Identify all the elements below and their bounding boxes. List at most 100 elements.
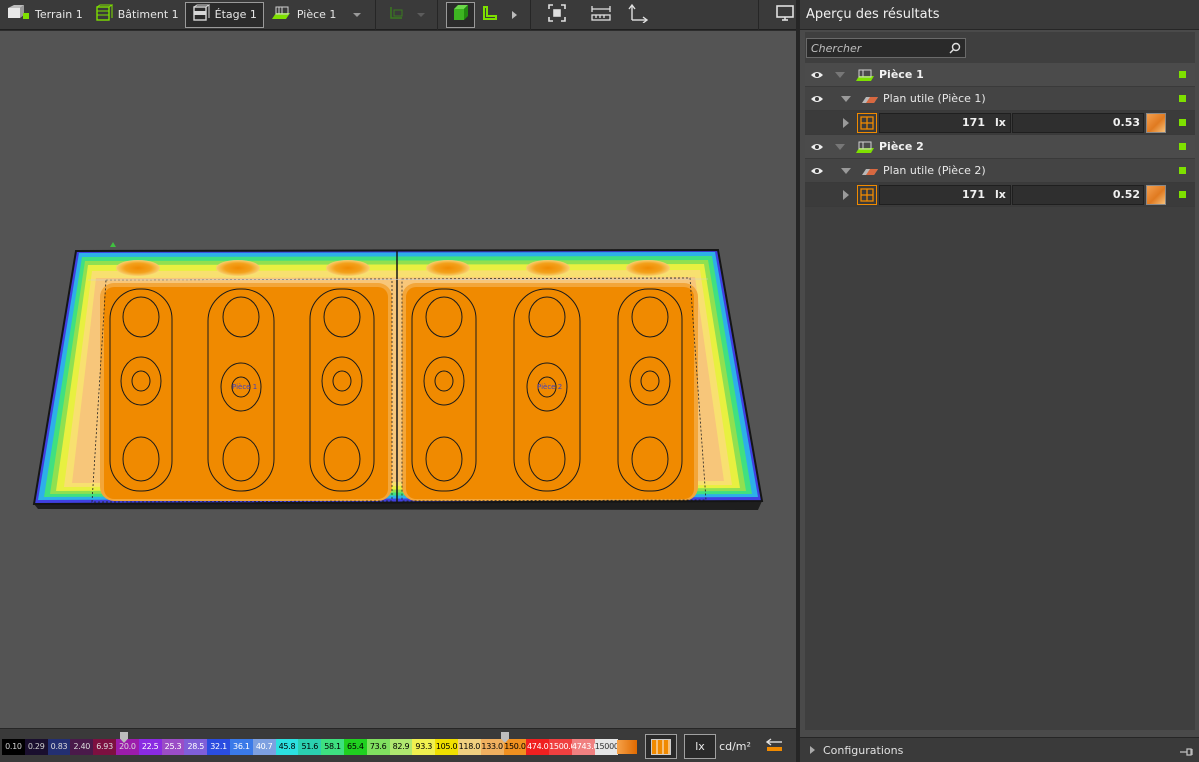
illuminance-value: 171	[962, 116, 985, 129]
status-indicator	[1179, 167, 1186, 174]
scale-swatch: 1500.0	[549, 739, 572, 755]
room-name: Pièce 2	[879, 140, 924, 153]
tree-plane-1[interactable]: Plan utile (Pièce 1)	[805, 87, 1195, 111]
fit-view-button[interactable]	[547, 4, 568, 26]
3d-viewport[interactable]: Pièce 1 Pièce 2	[0, 31, 796, 728]
toolbar-separator	[437, 0, 439, 30]
scale-swatch: 150.0	[503, 739, 527, 755]
false-color-button[interactable]	[612, 734, 642, 759]
solid-view-icon	[452, 4, 470, 25]
scale-swatch: 22.5	[138, 739, 162, 755]
l-shape-icon	[481, 4, 499, 25]
scale-swatch: 133.0	[480, 739, 504, 755]
workplane-icon	[861, 165, 879, 177]
tree-room-1[interactable]: Pièce 1	[805, 63, 1195, 87]
panel-title: Aperçu des résultats	[800, 0, 1199, 30]
more-tools-button[interactable]	[504, 4, 525, 26]
scale-swatch: 36.1	[229, 739, 253, 755]
axes-button[interactable]	[628, 3, 650, 26]
floor-icon	[192, 4, 211, 25]
scale-swatch: 20.0	[115, 739, 139, 755]
results-tree: Pièce 1 Plan utile (Pièce 1) 171 lx 0.53…	[805, 63, 1195, 207]
scale-swatch: 474.0	[526, 739, 550, 755]
tree-room-2[interactable]: Pièce 2	[805, 135, 1195, 159]
color-scale[interactable]: 0.10 0.29 0.83 2.40 6.93 20.0 22.5 25.3 28.5 32.1…	[2, 739, 618, 755]
scale-swatch: 28.5	[184, 739, 208, 755]
main-toolbar: Terrain 1 Bâtiment 1 Étage 1 Pièce 1	[0, 0, 796, 30]
room-tab[interactable]: Pièce 1	[264, 2, 368, 28]
expand-icon[interactable]	[841, 95, 851, 102]
unit-cdm2-button[interactable]: cd/m²	[717, 734, 753, 759]
expand-icon[interactable]	[835, 71, 845, 78]
eye-icon[interactable]	[807, 142, 827, 152]
false-color-scene[interactable]: Pièce 1 Pièce 2	[0, 31, 796, 728]
building-icon	[95, 4, 114, 25]
scale-swatch: 118.0	[457, 739, 481, 755]
floor-label: Étage 1	[214, 8, 257, 21]
expand-icon[interactable]	[843, 117, 849, 128]
scale-swatch: 0.83	[47, 739, 71, 755]
search-icon[interactable]	[949, 42, 961, 54]
search-input[interactable]	[807, 41, 949, 55]
chevron-right-icon	[512, 10, 518, 19]
eye-icon[interactable]	[807, 94, 827, 104]
uniformity-value: 0.53	[1112, 116, 1140, 129]
room-label: Pièce 1	[296, 8, 337, 21]
scale-swatch: 73.6	[366, 739, 390, 755]
expand-icon[interactable]	[841, 167, 851, 174]
workplane-button[interactable]	[378, 2, 435, 28]
tree-plane-2[interactable]: Plan utile (Pièce 2)	[805, 159, 1195, 183]
l-shape-button[interactable]	[475, 2, 504, 28]
solid-view-button[interactable]	[446, 1, 476, 28]
false-color-thumbnail-icon[interactable]	[1146, 113, 1166, 133]
room1-scene-label: Pièce 1	[232, 383, 257, 391]
monitor-icon	[776, 5, 795, 24]
pin-icon[interactable]	[1179, 746, 1193, 759]
dropdown-icon[interactable]	[353, 12, 362, 17]
tree-result-1[interactable]: 171 lx 0.53	[805, 111, 1195, 135]
configurations-label: Configurations	[823, 743, 904, 757]
scale-swatch: 51.6	[298, 739, 322, 755]
dropdown-icon[interactable]	[417, 12, 426, 17]
room-icon	[855, 140, 875, 154]
measure-button[interactable]	[590, 4, 612, 26]
app-window: Terrain 1 Bâtiment 1 Étage 1 Pièce 1 Piè…	[0, 0, 1199, 762]
status-indicator	[1179, 119, 1186, 126]
illuminance-map	[34, 250, 762, 504]
measure-icon	[590, 3, 612, 26]
false-color-thumbnail-icon[interactable]	[1146, 185, 1166, 205]
floor-tab[interactable]: Étage 1	[184, 1, 264, 28]
scale-swatch: 105.0	[435, 739, 458, 755]
illuminance-unit: lx	[995, 116, 1006, 129]
scale-swatch: 40.7	[252, 739, 276, 755]
tree-result-2[interactable]: 171 lx 0.52	[805, 183, 1195, 207]
uniformity-value: 0.52	[1112, 188, 1140, 201]
expand-icon[interactable]	[835, 143, 845, 150]
scale-swatch: 93.3	[412, 739, 436, 755]
room-name: Pièce 1	[879, 68, 924, 81]
unit-lx-button[interactable]: lx	[684, 734, 716, 759]
search-box	[806, 38, 966, 58]
plane-name: Plan utile (Pièce 2)	[883, 164, 986, 177]
building-tab[interactable]: Bâtiment 1	[89, 2, 185, 28]
swap-scale-button[interactable]	[758, 734, 790, 759]
scale-swatch: 45.8	[275, 739, 299, 755]
monitor-button[interactable]	[775, 4, 796, 26]
scale-swatch: 0.10	[2, 739, 25, 755]
iso-grid-icon[interactable]	[857, 113, 877, 133]
iso-grid-icon[interactable]	[857, 185, 877, 205]
expand-icon[interactable]	[843, 189, 849, 200]
swap-icon	[764, 737, 784, 756]
status-indicator	[1179, 143, 1186, 150]
eye-icon[interactable]	[807, 70, 827, 80]
expand-icon[interactable]	[810, 746, 815, 754]
configurations-section[interactable]: Configurations	[800, 737, 1199, 762]
false-color-icon	[617, 739, 637, 754]
status-indicator	[1179, 71, 1186, 78]
iso-line-button[interactable]	[645, 734, 677, 759]
scale-swatch: 6.93	[93, 739, 116, 755]
eye-icon[interactable]	[807, 166, 827, 176]
toolbar-separator	[529, 0, 531, 30]
results-panel: Aperçu des résultats Pièce	[800, 0, 1199, 762]
terrain-tab[interactable]: Terrain 1	[0, 2, 89, 28]
